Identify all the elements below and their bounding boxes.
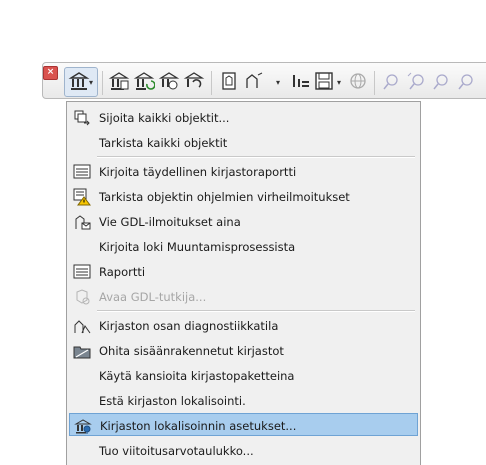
menu-item-label: Tarkista kaikki objektit bbox=[99, 136, 228, 150]
report-icon bbox=[73, 163, 91, 181]
warning-icon bbox=[73, 188, 91, 206]
find-icon[interactable] bbox=[380, 70, 402, 92]
menu-separator bbox=[97, 156, 415, 158]
menu-item-label: Kirjaston lokalisoinnin asetukset... bbox=[100, 419, 297, 433]
gdl-debugger-icon bbox=[73, 288, 91, 306]
library-load-icon[interactable] bbox=[158, 70, 180, 92]
menu-item-open-gdl-debugger: Avaa GDL-tutkija... bbox=[69, 285, 418, 308]
menu-item-write-library-report[interactable]: Kirjoita täydellinen kirjastoraportti bbox=[69, 160, 418, 183]
find-next-icon[interactable] bbox=[430, 70, 452, 92]
object-settings-icon[interactable] bbox=[243, 70, 265, 92]
chevron-down-icon: ▾ bbox=[89, 78, 94, 87]
library-icon bbox=[68, 70, 90, 92]
report-icon bbox=[73, 263, 91, 281]
menu-item-library-part-diagnostics[interactable]: Kirjaston osan diagnostiikkatila bbox=[69, 314, 418, 337]
toolbar-separator bbox=[102, 71, 103, 95]
menu-item-prevent-localization[interactable]: Estä kirjaston lokalisointi. bbox=[69, 389, 418, 412]
menu-item-label: Vie GDL-ilmoitukset aina bbox=[99, 215, 241, 229]
toolbar-separator bbox=[374, 71, 375, 95]
find-replace-icon[interactable] bbox=[405, 70, 427, 92]
menu-item-label: Sijoita kaikki objektit... bbox=[99, 111, 230, 125]
diagnostics-icon bbox=[73, 317, 91, 335]
menu-item-label: Raportti bbox=[99, 265, 146, 279]
menu-item-label: Kirjoita täydellinen kirjastoraportti bbox=[99, 165, 297, 179]
reload-libraries-icon[interactable] bbox=[133, 70, 155, 92]
menu-item-label: Käytä kansioita kirjastopaketteina bbox=[99, 369, 295, 383]
library-sync-icon[interactable] bbox=[183, 70, 205, 92]
menu-item-label: Avaa GDL-tutkija... bbox=[99, 290, 207, 304]
menu-item-write-conversion-log[interactable]: Kirjoita loki Muuntamisprosessista bbox=[69, 235, 418, 258]
menu-separator bbox=[97, 310, 415, 312]
menu-item-export-gdl-messages[interactable]: Vie GDL-ilmoitukset aina bbox=[69, 210, 418, 233]
menu-item-skip-builtin-libraries[interactable]: Ohita sisäänrakennetut kirjastot bbox=[69, 339, 418, 362]
object-list-icon[interactable] bbox=[290, 70, 312, 92]
toolbar-close-button[interactable]: × bbox=[43, 66, 58, 80]
menu-item-use-folders-as-packages[interactable]: Käytä kansioita kirjastopaketteina bbox=[69, 364, 418, 387]
place-objects-icon bbox=[73, 109, 91, 127]
export-messages-icon bbox=[73, 213, 91, 231]
chevron-down-icon[interactable]: ▾ bbox=[276, 78, 280, 87]
toolbar-separator bbox=[211, 71, 212, 95]
globe-icon[interactable] bbox=[347, 70, 369, 92]
menu-item-import-dimension-table[interactable]: Tuo viitoitusarvotaulukko... bbox=[69, 439, 418, 462]
menu-item-label: Kirjaston osan diagnostiikkatila bbox=[99, 319, 279, 333]
menu-item-localization-settings[interactable]: Kirjaston lokalisoinnin asetukset... bbox=[69, 413, 418, 436]
skip-builtin-icon bbox=[73, 342, 91, 360]
localization-settings-icon bbox=[74, 417, 92, 435]
menu-item-report[interactable]: Raportti bbox=[69, 260, 418, 283]
find-previous-icon[interactable] bbox=[455, 70, 477, 92]
menu-item-label: Ohita sisäänrakennetut kirjastot bbox=[99, 344, 284, 358]
save-icon[interactable] bbox=[313, 70, 335, 92]
menu-item-label: Kirjoita loki Muuntamisprosessista bbox=[99, 240, 296, 254]
menu-item-label: Estä kirjaston lokalisointi. bbox=[99, 394, 246, 408]
menu-item-label: Tuo viitoitusarvotaulukko... bbox=[99, 444, 254, 458]
menu-item-check-object-script-errors[interactable]: Tarkista objektin ohjelmien virheilmoitu… bbox=[69, 185, 418, 208]
menu-item-place-all-objects[interactable]: Sijoita kaikki objektit... bbox=[69, 106, 418, 129]
menu-item-check-all-objects[interactable]: Tarkista kaikki objektit bbox=[69, 131, 418, 154]
object-icon[interactable] bbox=[218, 70, 240, 92]
menu-item-label: Tarkista objektin ohjelmien virheilmoitu… bbox=[99, 190, 350, 204]
library-manager-icon[interactable] bbox=[108, 70, 130, 92]
library-dropdown-menu: Sijoita kaikki objektit... Tarkista kaik… bbox=[66, 101, 421, 465]
chevron-down-icon[interactable]: ▾ bbox=[337, 78, 341, 87]
